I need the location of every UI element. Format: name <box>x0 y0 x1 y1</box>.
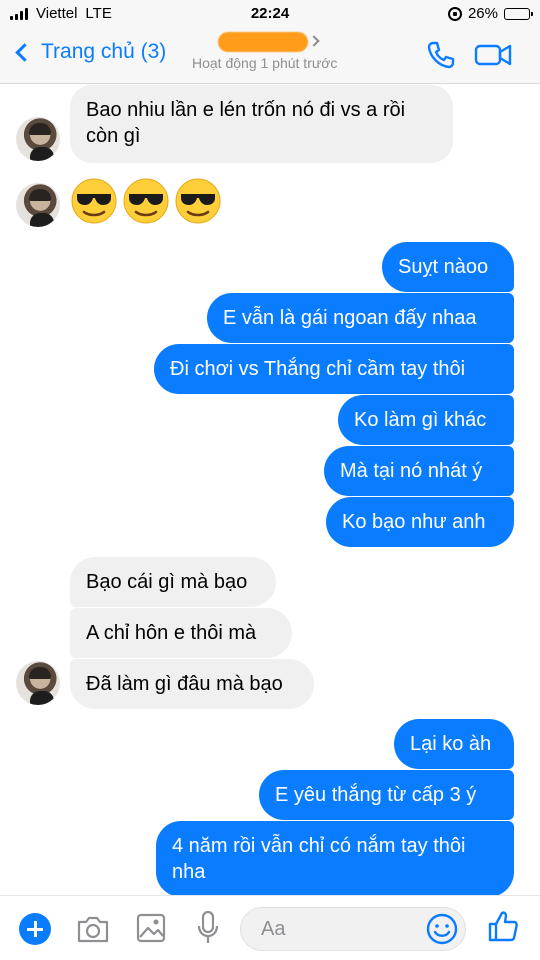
status-right: 26% <box>447 5 533 22</box>
avatar[interactable] <box>16 661 60 705</box>
outgoing-message[interactable]: Đi chơi vs Thắng chỉ cầm tay thôi <box>154 344 514 394</box>
back-label: Trang chủ (3) <box>41 40 167 63</box>
chevron-left-icon <box>15 42 34 62</box>
outgoing-message[interactable]: Lại ko àh <box>394 719 514 769</box>
outgoing-message[interactable]: Mà tại nó nhát ý <box>324 446 514 496</box>
video-camera-icon[interactable] <box>474 40 514 70</box>
battery-icon <box>504 7 533 20</box>
microphone-icon[interactable] <box>196 910 220 946</box>
incoming-message[interactable]: Đã làm gì đâu mà bạo <box>70 659 314 709</box>
avatar[interactable] <box>16 117 60 161</box>
battery-percent: 26% <box>467 5 498 22</box>
orientation-lock-icon <box>447 6 462 21</box>
incoming-message[interactable]: A chỉ hôn e thôi mà <box>70 608 292 658</box>
sunglasses-emoji-icon[interactable] <box>174 177 222 225</box>
sunglasses-emoji-icon[interactable] <box>122 177 170 225</box>
message-input-placeholder: Aa <box>261 918 286 940</box>
sunglasses-emoji-icon[interactable] <box>70 177 118 225</box>
outgoing-message[interactable]: Ko bạo như anh <box>326 497 514 547</box>
active-status: Hoạt động 1 phút trước <box>192 55 338 71</box>
camera-icon[interactable] <box>76 914 110 944</box>
thumbs-up-icon[interactable] <box>487 909 519 943</box>
avatar[interactable] <box>16 183 60 227</box>
plus-icon[interactable] <box>19 913 51 945</box>
image-icon[interactable] <box>136 913 166 943</box>
incoming-message[interactable]: Bao nhiu lần e lén trốn nó đi vs a rồi c… <box>70 85 453 163</box>
conversation-header: Trang chủ (3) Hoạt động 1 phút trước <box>0 28 540 84</box>
contact-name-redacted[interactable] <box>218 32 308 52</box>
composer-bar: Aa <box>0 895 540 960</box>
incoming-message[interactable]: Bạo cái gì mà bạo <box>70 557 276 607</box>
chevron-right-icon[interactable] <box>308 35 320 47</box>
outgoing-message[interactable]: Suỵt nàoo <box>382 242 514 292</box>
outgoing-message[interactable]: E yêu thắng từ cấp 3 ý <box>259 770 514 820</box>
status-bar: Viettel LTE 22:24 26% <box>0 0 540 28</box>
message-input[interactable]: Aa <box>240 907 466 951</box>
smiley-icon[interactable] <box>425 912 459 946</box>
outgoing-message[interactable]: 4 năm rồi vẫn chỉ có nắm tay thôi nha <box>156 821 514 895</box>
back-button[interactable]: Trang chủ (3) <box>12 40 166 64</box>
message-list[interactable]: Bao nhiu lần e lén trốn nó đi vs a rồi c… <box>0 85 540 895</box>
outgoing-message[interactable]: E vẫn là gái ngoan đấy nhaa <box>207 293 514 343</box>
outgoing-message[interactable]: Ko làm gì khác <box>338 395 514 445</box>
phone-icon[interactable] <box>424 38 458 72</box>
